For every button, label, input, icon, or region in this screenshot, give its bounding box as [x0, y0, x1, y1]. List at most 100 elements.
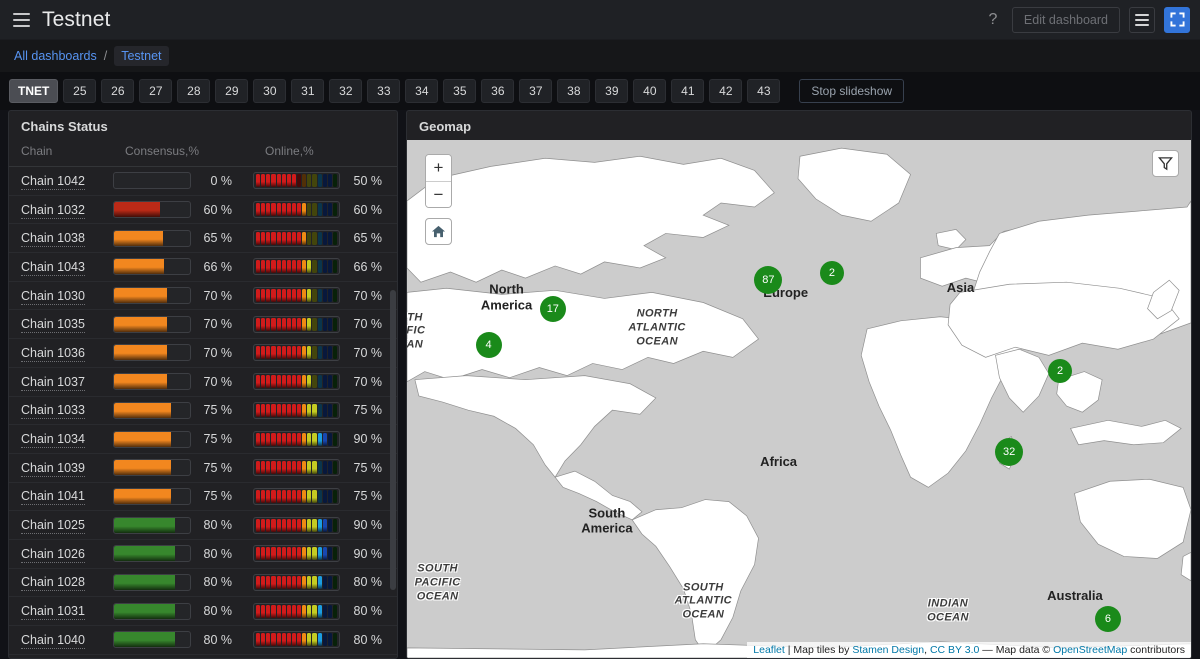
consensus-value: 80 % — [203, 604, 233, 619]
online-cell: 70 % — [253, 338, 397, 368]
breadcrumb-all-dashboards[interactable]: All dashboards — [14, 49, 97, 63]
tab-39[interactable]: 39 — [595, 79, 629, 103]
breadcrumb: All dashboards / Testnet — [0, 40, 1200, 72]
column-header-consensus[interactable]: Consensus,% — [113, 140, 253, 167]
chain-link[interactable]: Chain 1040 — [21, 632, 85, 649]
led-segment — [312, 375, 317, 389]
tab-28[interactable]: 28 — [177, 79, 211, 103]
led-segment — [291, 604, 296, 618]
column-header-chain[interactable]: Chain — [9, 140, 113, 167]
led-segment — [286, 432, 291, 446]
tab-tnet[interactable]: TNET — [9, 79, 59, 103]
menu-hamburger-icon[interactable] — [8, 7, 34, 33]
chain-link[interactable]: Chain 1038 — [21, 231, 85, 248]
led-segment — [271, 489, 276, 503]
tab-34[interactable]: 34 — [405, 79, 439, 103]
tab-29[interactable]: 29 — [215, 79, 249, 103]
fullscreen-icon[interactable] — [1164, 6, 1190, 33]
tab-38[interactable]: 38 — [557, 79, 591, 103]
tab-31[interactable]: 31 — [291, 79, 325, 103]
chain-name-cell: Chain 1026 — [9, 539, 113, 569]
led-segment — [332, 489, 337, 503]
online-led-gauge — [253, 344, 340, 362]
breadcrumb-current[interactable]: Testnet — [114, 46, 169, 66]
online-value: 75 % — [353, 403, 383, 418]
map-cluster-marker[interactable]: 17 — [539, 295, 566, 322]
attribution-stamen-link[interactable]: Stamen Design — [852, 644, 924, 656]
led-segment — [291, 432, 296, 446]
tab-26[interactable]: 26 — [101, 79, 135, 103]
tab-36[interactable]: 36 — [481, 79, 515, 103]
consensus-bar-fill — [114, 374, 168, 390]
chain-link[interactable]: Chain 1025 — [21, 518, 85, 535]
navbar-actions: ? Edit dashboard — [983, 6, 1190, 33]
tab-33[interactable]: 33 — [367, 79, 401, 103]
dashboard-menu-icon[interactable] — [1129, 6, 1155, 33]
led-segment — [256, 231, 261, 245]
map-cluster-marker[interactable]: 87 — [754, 265, 783, 294]
chain-link[interactable]: Chain 1032 — [21, 202, 85, 219]
map-zoom-out-button[interactable]: − — [426, 181, 451, 207]
attribution-osm-link[interactable]: OpenStreetMap — [1053, 644, 1127, 656]
chain-link[interactable]: Chain 1033 — [21, 403, 85, 420]
led-segment — [307, 604, 312, 618]
map-home-button[interactable] — [425, 218, 452, 245]
stop-slideshow-button[interactable]: Stop slideshow — [799, 79, 905, 103]
chain-link[interactable]: Chain 1039 — [21, 460, 85, 477]
chains-table-scroll[interactable]: Chain Consensus,% Online,% Chain 1042 0 %… — [9, 140, 397, 658]
tab-30[interactable]: 30 — [253, 79, 287, 103]
led-segment — [327, 289, 332, 303]
map-cluster-marker[interactable]: 4 — [475, 331, 502, 358]
chain-link[interactable]: Chain 1030 — [21, 288, 85, 305]
led-segment — [322, 403, 327, 417]
column-header-online[interactable]: Online,% — [253, 140, 397, 167]
tab-43[interactable]: 43 — [747, 79, 781, 103]
tab-32[interactable]: 32 — [329, 79, 363, 103]
map-cluster-marker[interactable]: 32 — [995, 437, 1024, 466]
chain-link[interactable]: Chain 1042 — [21, 173, 85, 190]
chain-link[interactable]: Chain 1037 — [21, 374, 85, 391]
led-segment — [281, 260, 286, 274]
tab-25[interactable]: 25 — [63, 79, 97, 103]
geomap-canvas[interactable]: + − NORTH ATLANTIC OCEAN SOUTH ATLANTIC O… — [407, 140, 1191, 658]
chain-link[interactable]: Chain 1028 — [21, 575, 85, 592]
chain-link[interactable]: Chain 1035 — [21, 317, 85, 334]
chain-link[interactable]: Chain 1034 — [21, 432, 85, 449]
tab-41[interactable]: 41 — [671, 79, 705, 103]
map-cluster-marker[interactable]: 2 — [1048, 359, 1073, 384]
chain-link[interactable]: Chain 1026 — [21, 546, 85, 563]
map-zoom-in-button[interactable]: + — [426, 155, 451, 181]
table-row: Chain 1038 65 % 65 % — [9, 223, 397, 254]
tab-40[interactable]: 40 — [633, 79, 667, 103]
online-led-gauge — [253, 459, 340, 477]
chains-table: Chain Consensus,% Online,% Chain 1042 0 %… — [9, 140, 397, 655]
online-led-gauge — [253, 516, 340, 534]
chain-link[interactable]: Chain 1041 — [21, 489, 85, 506]
tab-27[interactable]: 27 — [139, 79, 173, 103]
led-segment — [281, 174, 286, 188]
led-segment — [302, 489, 307, 503]
led-segment — [286, 346, 291, 360]
chain-link[interactable]: Chain 1031 — [21, 604, 85, 621]
attribution-leaflet-link[interactable]: Leaflet — [753, 644, 785, 656]
vertical-scrollbar[interactable] — [390, 290, 396, 590]
tab-37[interactable]: 37 — [519, 79, 553, 103]
edit-dashboard-button[interactable]: Edit dashboard — [1011, 6, 1120, 33]
led-segment — [286, 518, 291, 532]
map-cluster-marker[interactable]: 6 — [1094, 605, 1121, 632]
chain-link[interactable]: Chain 1036 — [21, 345, 85, 362]
tab-35[interactable]: 35 — [443, 79, 477, 103]
consensus-value: 75 % — [203, 489, 233, 504]
map-filter-button[interactable] — [1152, 150, 1179, 177]
led-segment — [312, 289, 317, 303]
led-segment — [291, 203, 296, 217]
led-segment — [276, 518, 281, 532]
chain-link[interactable]: Chain 1043 — [21, 259, 85, 276]
tab-42[interactable]: 42 — [709, 79, 743, 103]
attribution-license-link[interactable]: CC BY 3.0 — [930, 644, 979, 656]
map-cluster-marker[interactable]: 2 — [819, 261, 844, 286]
consensus-bar-gauge — [113, 516, 191, 534]
help-icon[interactable]: ? — [983, 11, 1003, 29]
online-value: 50 % — [353, 173, 383, 188]
led-segment — [281, 547, 286, 561]
